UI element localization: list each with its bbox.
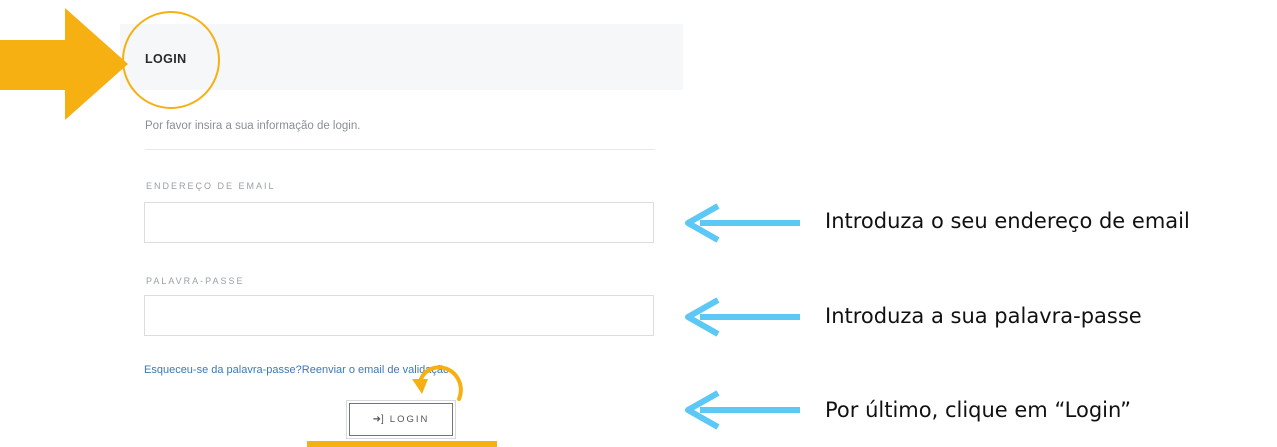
login-panel-header	[120, 24, 683, 90]
big-arrow-icon	[0, 8, 128, 120]
sign-in-icon: ➜]	[372, 414, 384, 425]
password-label: PALAVRA-PASSE	[146, 276, 245, 286]
highlight-bar	[307, 441, 497, 447]
login-instruction: Por último, clique em “Login”	[825, 398, 1132, 422]
password-instruction: Introduza a sua palavra-passe	[825, 304, 1142, 328]
email-label: ENDEREÇO DE EMAIL	[146, 181, 276, 191]
login-intro-text: Por favor insira a sua informação de log…	[145, 120, 361, 132]
email-arrow-icon	[685, 203, 800, 243]
password-field[interactable]	[144, 295, 654, 336]
divider	[145, 149, 655, 150]
forgot-password-link[interactable]: Esqueceu-se da palavra-passe?	[144, 364, 302, 376]
login-arrow-icon	[685, 390, 800, 430]
login-button[interactable]: ➜] LOGIN	[349, 403, 453, 436]
login-button-label: LOGIN	[389, 414, 430, 425]
resend-validation-link[interactable]: Reenviar o email de validação.	[302, 364, 452, 376]
password-arrow-icon	[685, 297, 800, 337]
login-title: LOGIN	[145, 52, 187, 66]
account-links: Esqueceu-se da palavra-passe?Reenviar o …	[144, 364, 452, 376]
curved-arrow-head-icon	[412, 379, 428, 394]
email-instruction: Introduza o seu endereço de email	[825, 209, 1190, 233]
email-field[interactable]	[144, 202, 654, 243]
